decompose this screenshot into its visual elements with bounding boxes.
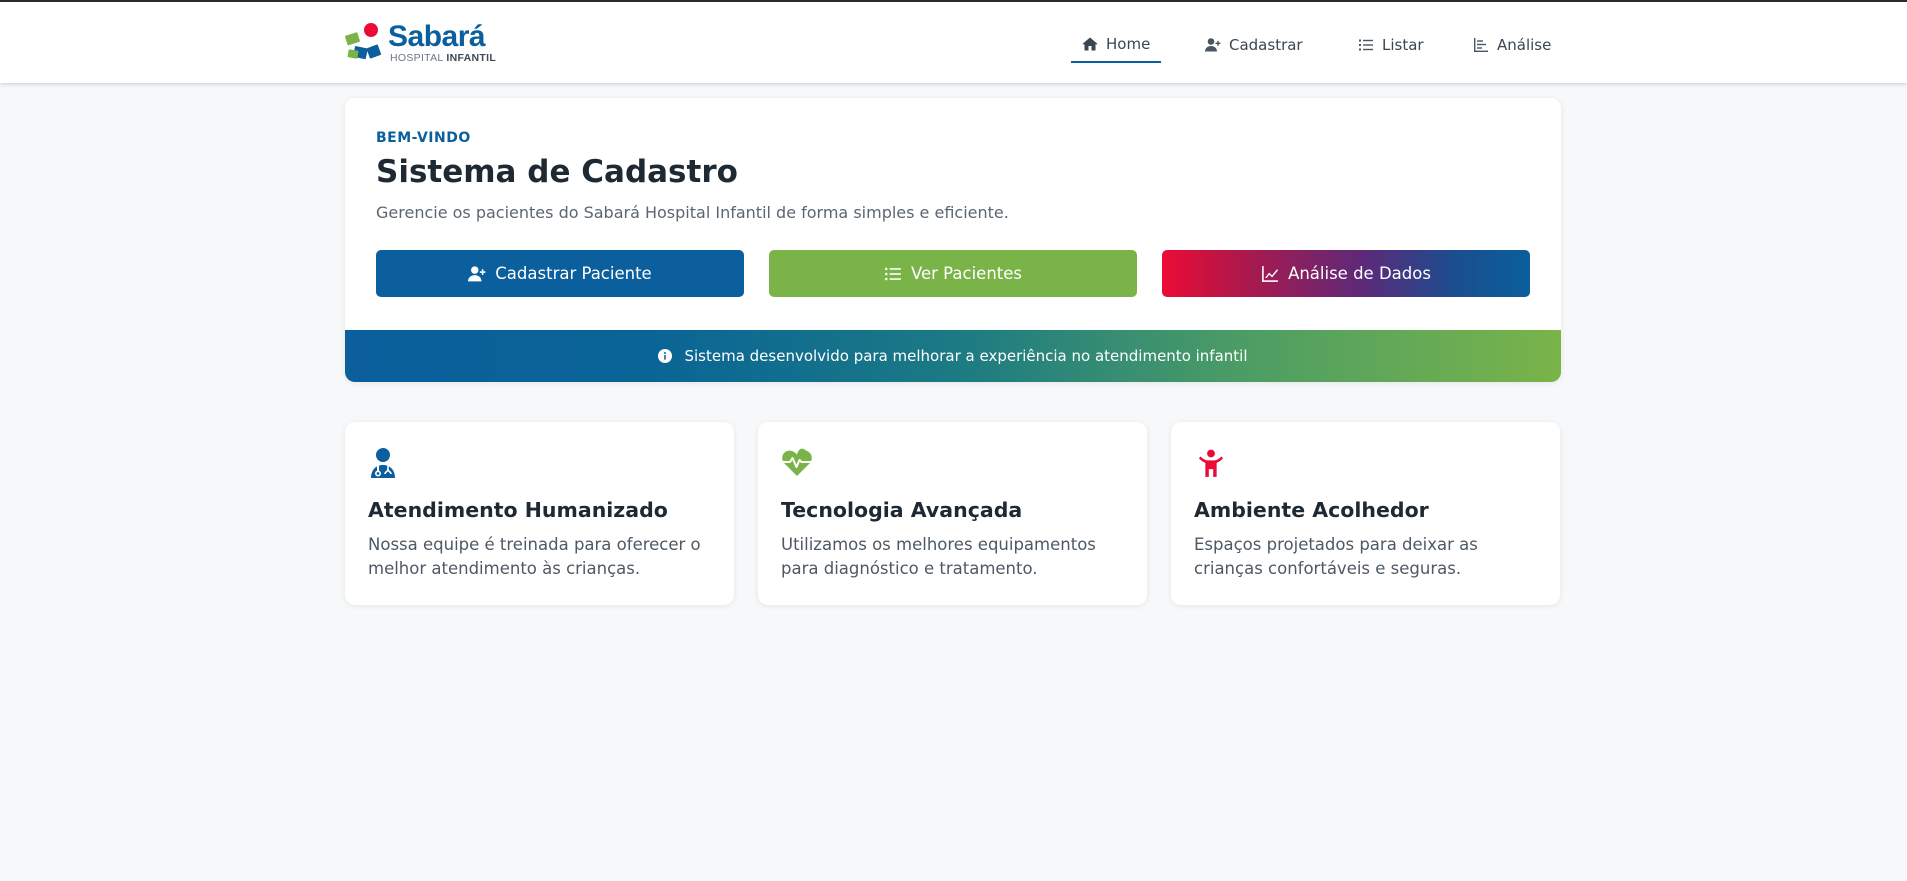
feature-description: Nossa equipe é treinada para oferecer o … [368, 535, 701, 578]
child-icon [1198, 449, 1224, 477]
feature-title: Tecnologia Avançada [781, 498, 1023, 522]
page-subtitle: Gerencie os pacientes do Sabará Hospital… [376, 203, 1009, 222]
feature-title: Atendimento Humanizado [368, 498, 668, 522]
view-patients-label: Ver Pacientes [911, 264, 1022, 283]
sabara-logo[interactable]: Sabará HOSPITAL INFANTIL [344, 20, 497, 66]
register-patient-label: Cadastrar Paciente [495, 264, 652, 283]
nav-item-listar[interactable]: Listar [1358, 27, 1424, 63]
feature-description: Utilizamos os melhores equipamentos para… [781, 535, 1096, 578]
info-banner-text: Sistema desenvolvido para melhorar a exp… [684, 347, 1248, 365]
nav-item-analise[interactable]: Análise [1473, 27, 1551, 63]
view-patients-button[interactable]: Ver Pacientes [769, 250, 1137, 297]
register-patient-button[interactable]: Cadastrar Paciente [376, 250, 744, 297]
data-analysis-button[interactable]: Análise de Dados [1162, 250, 1530, 297]
heartbeat-icon [782, 448, 812, 476]
data-analysis-label: Análise de Dados [1288, 264, 1431, 283]
logo-subtitle: HOSPITAL INFANTIL [390, 52, 497, 64]
feature-card-humanized: Atendimento Humanizado Nossa equipe é tr… [345, 422, 734, 605]
feature-card-environment: Ambiente Acolhedor Espaços projetados pa… [1171, 422, 1560, 605]
logo-mark-icon [345, 23, 382, 60]
info-icon [658, 349, 673, 363]
info-banner: Sistema desenvolvido para melhorar a exp… [345, 330, 1561, 382]
doctor-icon [371, 448, 395, 478]
nav-item-home[interactable]: Home [1071, 27, 1162, 63]
welcome-eyebrow: BEM-VINDO [376, 130, 471, 146]
home-icon [1082, 37, 1098, 51]
page-title: Sistema de Cadastro [376, 154, 738, 190]
feature-description: Espaços projetados para deixar as crianç… [1194, 535, 1478, 578]
user-plus-icon [468, 265, 486, 281]
line-chart-icon [1262, 265, 1279, 282]
feature-card-technology: Tecnologia Avançada Utilizamos os melhor… [758, 422, 1147, 605]
feature-title: Ambiente Acolhedor [1194, 498, 1429, 522]
nav-label-home: Home [1106, 35, 1151, 53]
logo-name: Sabará [388, 20, 486, 53]
list-icon [1359, 39, 1373, 51]
nav-label-analise: Análise [1497, 36, 1552, 54]
nav-label-listar: Listar [1382, 36, 1424, 54]
chart-icon [1474, 38, 1488, 52]
nav-item-cadastrar[interactable]: Cadastrar [1205, 27, 1303, 63]
top-navbar: Sabará HOSPITAL INFANTIL Home Cadastrar … [0, 0, 1907, 83]
user-plus-icon [1205, 38, 1221, 52]
nav-label-cadastrar: Cadastrar [1229, 36, 1303, 54]
list-icon [885, 267, 901, 280]
welcome-card: BEM-VINDO Sistema de Cadastro Gerencie o… [345, 98, 1561, 382]
